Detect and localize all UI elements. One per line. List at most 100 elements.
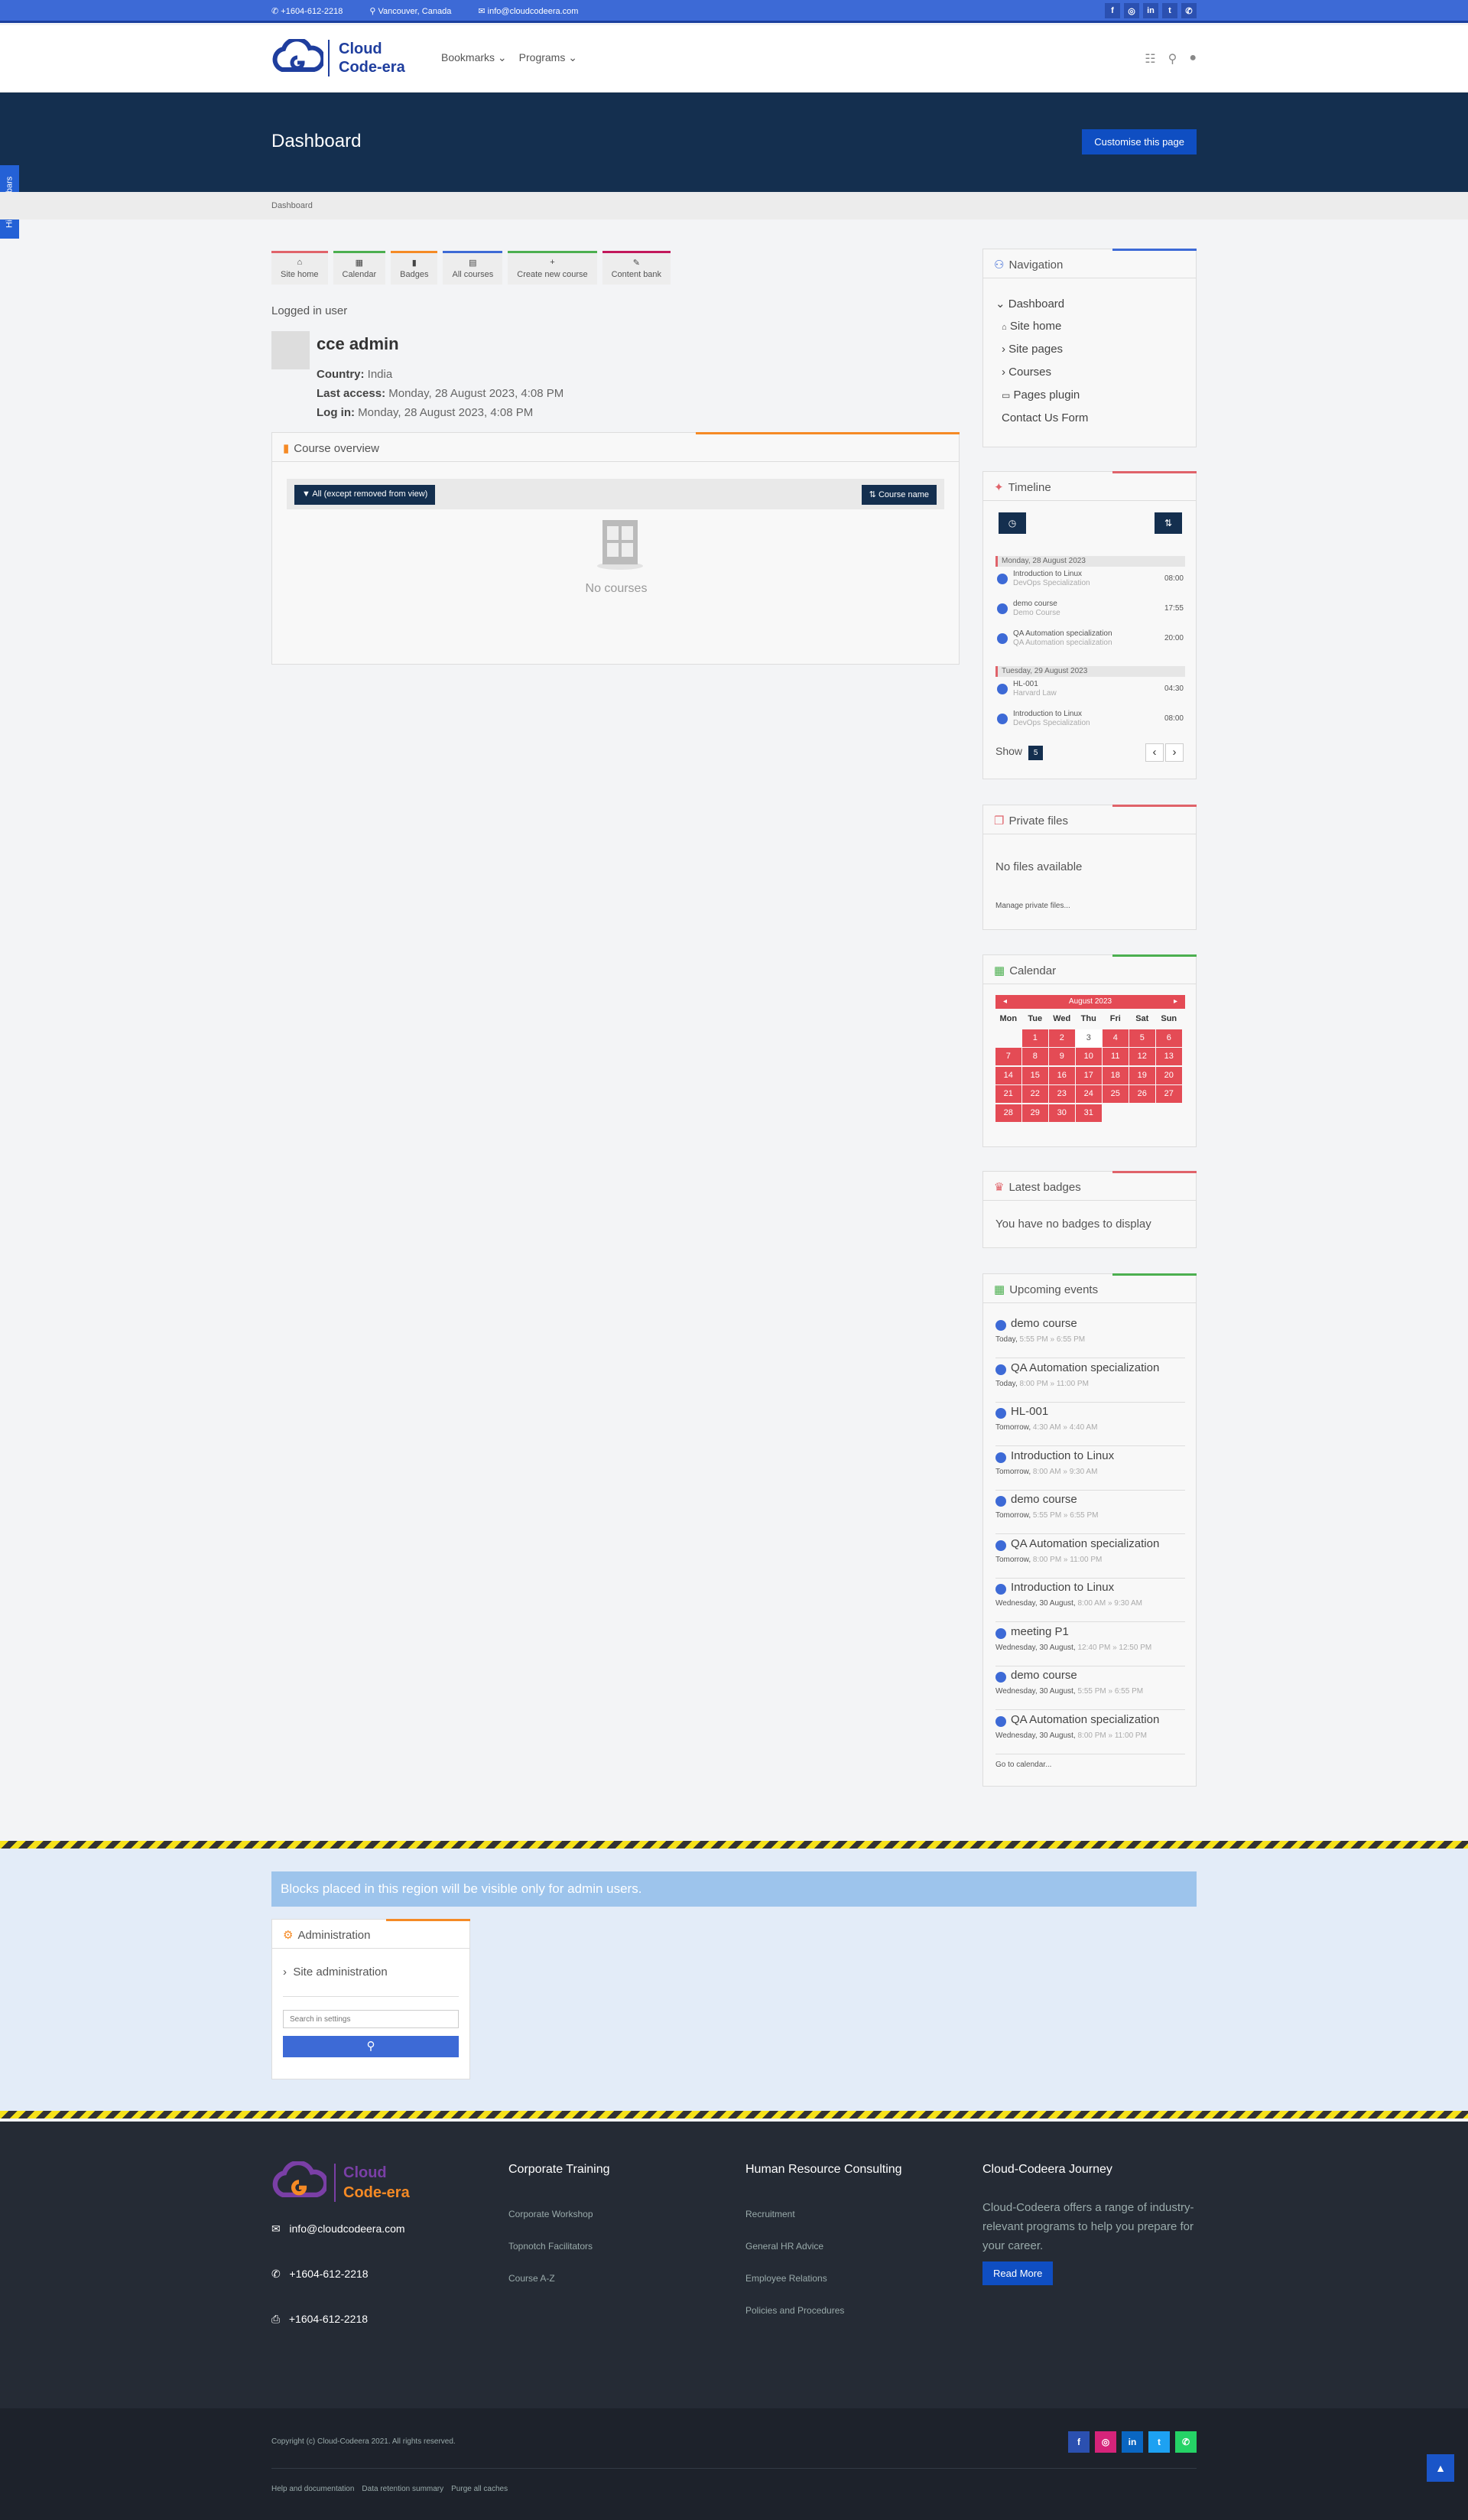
calendar-day[interactable]: 25 [1103, 1085, 1129, 1103]
upcoming-event[interactable]: QA Automation specialization Wednesday, 3… [995, 1710, 1185, 1754]
calendar-day[interactable]: 10 [1076, 1048, 1102, 1065]
calendar-day[interactable]: 28 [995, 1104, 1021, 1122]
calendar-day[interactable]: 18 [1103, 1066, 1129, 1084]
calendar-day[interactable]: 15 [1022, 1066, 1048, 1084]
whatsapp-icon[interactable]: ✆ [1181, 3, 1197, 18]
upcoming-event[interactable]: HL-001 Tomorrow, 4:30 AM » 4:40 AM [995, 1402, 1185, 1446]
footer-link[interactable]: Policies and Procedures [745, 2305, 902, 2316]
footer-link[interactable]: Recruitment [745, 2209, 902, 2219]
calendar-day[interactable]: 13 [1156, 1048, 1182, 1065]
calendar-day[interactable]: 20 [1156, 1066, 1182, 1084]
customise-page-button[interactable]: Customise this page [1082, 129, 1197, 154]
clock-filter-icon[interactable]: ◷ [999, 512, 1026, 534]
purge-caches-link[interactable]: Purge all caches [451, 2485, 508, 2493]
nav-item-site-pages[interactable]: › Site pages [1002, 343, 1063, 356]
event-name[interactable]: meeting P1 [1011, 1625, 1069, 1638]
menu-programs[interactable]: Programs ⌄ [519, 51, 577, 64]
calendar-day[interactable]: 26 [1129, 1085, 1155, 1103]
prev-month-icon[interactable]: ◂ [1003, 995, 1007, 1009]
site-admin-link[interactable]: › Site administration [283, 1966, 388, 1979]
calendar-day[interactable]: 27 [1156, 1085, 1182, 1103]
prev-page-icon[interactable]: ‹ [1145, 743, 1164, 762]
breadcrumb-item-dashboard[interactable]: Dashboard [271, 201, 313, 210]
tile-create-course[interactable]: + Create new course [508, 251, 597, 285]
event-name[interactable]: demo course [1011, 1669, 1077, 1682]
upcoming-event[interactable]: demo course Today, 5:55 PM » 6:55 PM [995, 1314, 1185, 1358]
next-page-icon[interactable]: › [1165, 743, 1184, 762]
sort-icon[interactable]: ⇅ [1155, 512, 1182, 534]
tile-site-home[interactable]: ⌂ Site home [271, 251, 328, 285]
back-to-top-icon[interactable]: ▲ [1427, 2454, 1454, 2482]
timeline-event[interactable]: QA Automation specialization QA Automatio… [997, 629, 1184, 657]
footer-phone[interactable]: ✆ +1604-612-2218 [271, 2268, 410, 2281]
calendar-day[interactable]: 2 [1049, 1029, 1075, 1047]
footer-email[interactable]: ✉ info@cloudcodeera.com [271, 2222, 410, 2235]
menu-bookmarks[interactable]: Bookmarks ⌄ [441, 51, 507, 64]
footer-link[interactable]: Topnotch Facilitators [508, 2241, 610, 2252]
upcoming-event[interactable]: QA Automation specialization Today, 8:00 … [995, 1358, 1185, 1403]
calendar-day[interactable]: 29 [1022, 1104, 1048, 1122]
linkedin-icon[interactable]: in [1143, 3, 1158, 18]
upcoming-event[interactable]: QA Automation specialization Tomorrow, 8:… [995, 1534, 1185, 1579]
linkedin-icon[interactable]: in [1122, 2431, 1143, 2453]
calendar-day[interactable]: 8 [1022, 1048, 1048, 1065]
timeline-event[interactable]: demo course Demo Course 17:55 [997, 600, 1184, 627]
instagram-icon[interactable]: ◎ [1124, 3, 1139, 18]
user-name[interactable]: cce admin [317, 334, 399, 354]
upcoming-event[interactable]: demo course Wednesday, 30 August, 5:55 PM… [995, 1666, 1185, 1710]
calendar-day[interactable]: 23 [1049, 1085, 1075, 1103]
calendar-day[interactable]: 9 [1049, 1048, 1075, 1065]
site-logo[interactable]: Cloud Code-era [271, 39, 405, 77]
nav-item-pages-plugin[interactable]: ▭ Pages plugin [1002, 389, 1080, 402]
help-docs-link[interactable]: Help and documentation [271, 2485, 354, 2493]
event-name[interactable]: HL-001 [1011, 1405, 1048, 1418]
upcoming-event[interactable]: demo course Tomorrow, 5:55 PM » 6:55 PM [995, 1490, 1185, 1534]
show-count-dropdown[interactable]: 5 [1028, 746, 1044, 760]
twitter-icon[interactable]: t [1162, 3, 1177, 18]
course-filter-dropdown[interactable]: ▼ All (except removed from view) [294, 485, 436, 505]
calendar-day[interactable]: 7 [995, 1048, 1021, 1065]
footer-link[interactable]: Course A-Z [508, 2273, 610, 2284]
footer-logo[interactable]: Cloud Code-era [271, 2161, 410, 2204]
next-month-icon[interactable]: ▸ [1174, 995, 1177, 1009]
event-name[interactable]: demo course [1011, 1493, 1077, 1506]
event-name[interactable]: QA Automation specialization [1011, 1361, 1159, 1374]
calendar-day[interactable]: 22 [1022, 1085, 1048, 1103]
tile-badges[interactable]: ▮ Badges [391, 251, 438, 285]
manage-files-link[interactable]: Manage private files... [995, 902, 1070, 910]
timeline-event[interactable]: Introduction to Linux DevOps Specializati… [997, 570, 1184, 597]
data-retention-link[interactable]: Data retention summary [362, 2485, 443, 2493]
calendar-day[interactable]: 5 [1129, 1029, 1155, 1047]
search-icon[interactable]: ⚲ [1168, 51, 1177, 67]
course-sort-dropdown[interactable]: ⇅ Course name [861, 485, 937, 505]
upcoming-event[interactable]: Introduction to Linux Tomorrow, 8:00 AM »… [995, 1446, 1185, 1491]
settings-sliders-icon[interactable]: ☷ [1145, 51, 1155, 67]
user-icon[interactable]: ● [1189, 51, 1197, 67]
twitter-icon[interactable]: t [1148, 2431, 1170, 2453]
facebook-icon[interactable]: f [1105, 3, 1120, 18]
calendar-day[interactable]: 24 [1076, 1085, 1102, 1103]
footer-link[interactable]: Employee Relations [745, 2273, 902, 2284]
avatar[interactable] [271, 331, 310, 369]
calendar-day[interactable]: 17 [1076, 1066, 1102, 1084]
event-name[interactable]: QA Automation specialization [1011, 1713, 1159, 1726]
event-name[interactable]: demo course [1011, 1317, 1077, 1330]
calendar-day[interactable]: 12 [1129, 1048, 1155, 1065]
calendar-day[interactable]: 1 [1022, 1029, 1048, 1047]
settings-search-button[interactable]: ⚲ [283, 2036, 459, 2057]
event-name[interactable]: Introduction to Linux [1011, 1581, 1114, 1594]
calendar-day[interactable]: 30 [1049, 1104, 1075, 1122]
nav-item-dashboard[interactable]: ⌄ Dashboard [995, 297, 1064, 311]
footer-link[interactable]: Corporate Workshop [508, 2209, 610, 2219]
calendar-day[interactable]: 14 [995, 1066, 1021, 1084]
calendar-day[interactable]: 4 [1103, 1029, 1129, 1047]
calendar-day[interactable]: 16 [1049, 1066, 1075, 1084]
nav-item-contact-form[interactable]: Contact Us Form [1002, 411, 1088, 424]
calendar-day[interactable]: 11 [1103, 1048, 1129, 1065]
nav-item-courses[interactable]: › Courses [1002, 366, 1051, 379]
nav-item-site-home[interactable]: ⌂ Site home [1002, 320, 1061, 333]
calendar-day[interactable]: 3 [1076, 1029, 1102, 1047]
upcoming-event[interactable]: Introduction to Linux Wednesday, 30 Augus… [995, 1578, 1185, 1622]
read-more-button[interactable]: Read More [982, 2261, 1054, 2285]
tile-calendar[interactable]: ▦ Calendar [333, 251, 386, 285]
